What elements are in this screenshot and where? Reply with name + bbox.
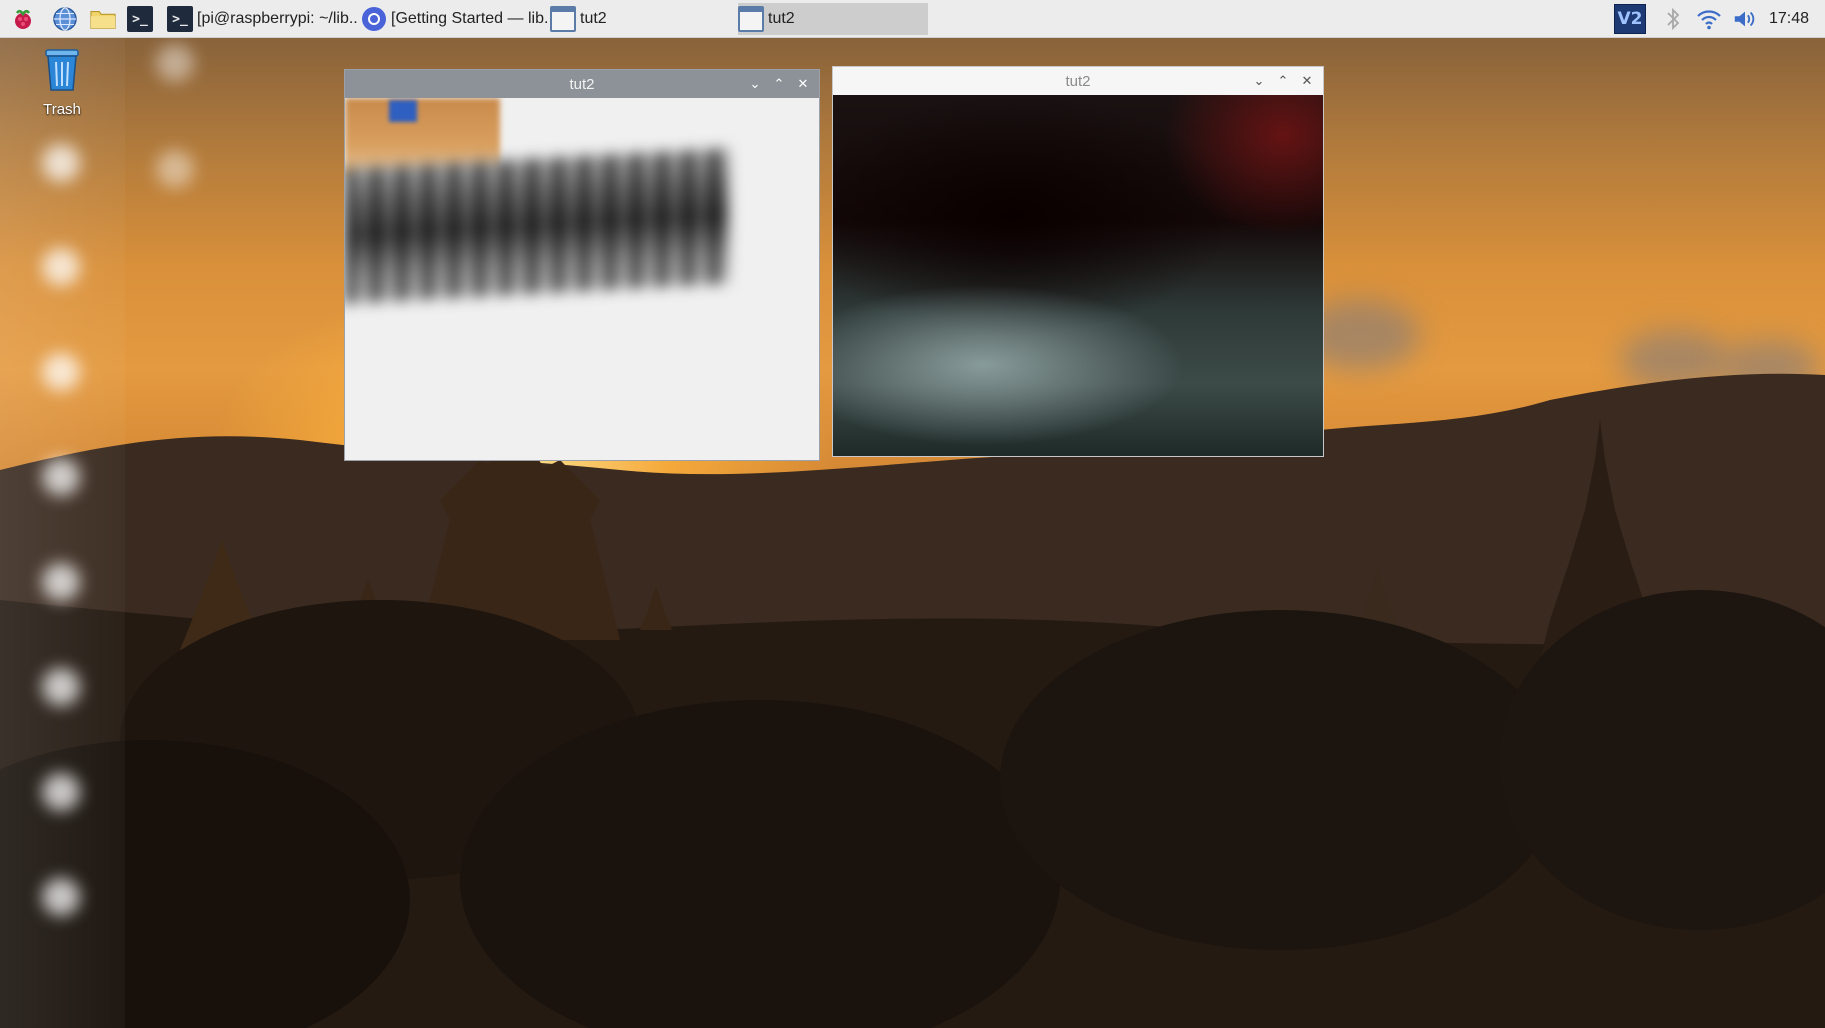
ghost-icon — [42, 353, 80, 391]
task-tut2[interactable]: tut2 — [550, 3, 730, 35]
ghost-icon — [42, 668, 80, 706]
terminal-launcher[interactable]: >_ — [127, 6, 153, 32]
task-tut2-active[interactable]: tut2 — [738, 3, 928, 35]
chevron-down-icon: ⌄ — [749, 76, 761, 91]
image-region — [389, 100, 417, 122]
chromium-icon — [362, 7, 386, 31]
minimize-button[interactable]: ⌄ — [747, 76, 763, 92]
window-titlebar[interactable]: tut2 ⌄ ⌃ ✕ — [833, 67, 1323, 95]
terminal-icon: >_ — [167, 6, 193, 32]
close-icon: ✕ — [797, 76, 809, 91]
ghost-icon — [156, 44, 194, 82]
task-browser[interactable]: [Getting Started — lib... — [361, 3, 547, 35]
maximize-button[interactable]: ⌃ — [1275, 73, 1291, 89]
folder-icon — [90, 11, 116, 29]
desktop-icon-trash[interactable]: Trash — [30, 46, 94, 118]
ghost-icon — [42, 878, 80, 916]
ghost-icon — [42, 563, 80, 601]
clock[interactable]: 17:48 — [1769, 0, 1809, 38]
trash-icon — [45, 49, 79, 91]
bluetooth-tray-button[interactable] — [1660, 6, 1686, 32]
wifi-icon — [1697, 10, 1721, 30]
ghost-icon — [42, 248, 80, 286]
window-icon — [738, 6, 764, 32]
volume-tray-button[interactable] — [1732, 6, 1758, 32]
ghost-icon — [42, 458, 80, 496]
task-label: [pi@raspberrypi: ~/lib... — [197, 10, 357, 27]
window-tut2-active: tut2 ⌄ ⌃ ✕ — [344, 69, 820, 461]
terminal-icon: >_ — [132, 11, 148, 27]
bluetooth-icon — [1667, 7, 1680, 31]
task-label: tut2 — [768, 10, 795, 27]
image-view — [345, 98, 819, 460]
chevron-down-icon: ⌄ — [1253, 73, 1265, 88]
vnc-tray-button[interactable]: V2 — [1614, 4, 1646, 34]
window-tut2: tut2 ⌄ ⌃ ✕ — [832, 66, 1324, 457]
desktop-icon-label: Trash — [43, 101, 81, 118]
ghost-icon — [156, 150, 194, 188]
window-titlebar[interactable]: tut2 ⌄ ⌃ ✕ — [345, 70, 819, 98]
chevron-up-icon: ⌃ — [1277, 73, 1289, 88]
close-icon: ✕ — [1301, 73, 1313, 88]
task-terminal[interactable]: >_ [pi@raspberrypi: ~/lib... — [167, 3, 357, 35]
globe-icon — [53, 7, 77, 31]
blurred-image-strip — [345, 147, 729, 305]
window-title: tut2 — [569, 75, 595, 93]
close-button[interactable]: ✕ — [795, 76, 811, 92]
vnc-icon: V2 — [1617, 9, 1643, 29]
ghost-icon — [42, 144, 80, 182]
ghost-dock — [0, 38, 125, 1028]
window-title: tut2 — [1065, 72, 1091, 90]
web-browser-launcher[interactable] — [52, 6, 78, 32]
task-label: [Getting Started — lib... — [391, 10, 547, 27]
taskbar: >_ >_ [pi@raspberrypi: ~/lib... [Getting… — [0, 0, 1825, 38]
camera-view — [833, 95, 1323, 456]
raspberry-menu-button[interactable] — [10, 6, 36, 32]
task-label: tut2 — [580, 10, 607, 27]
maximize-button[interactable]: ⌃ — [771, 76, 787, 92]
volume-icon — [1734, 11, 1755, 27]
wifi-tray-button[interactable] — [1696, 6, 1722, 32]
minimize-button[interactable]: ⌄ — [1251, 73, 1267, 89]
chevron-up-icon: ⌃ — [773, 76, 785, 91]
file-manager-launcher[interactable] — [90, 6, 116, 32]
ghost-icon — [42, 773, 80, 811]
window-icon — [550, 6, 576, 32]
close-button[interactable]: ✕ — [1299, 73, 1315, 89]
raspberry-icon — [15, 9, 31, 29]
